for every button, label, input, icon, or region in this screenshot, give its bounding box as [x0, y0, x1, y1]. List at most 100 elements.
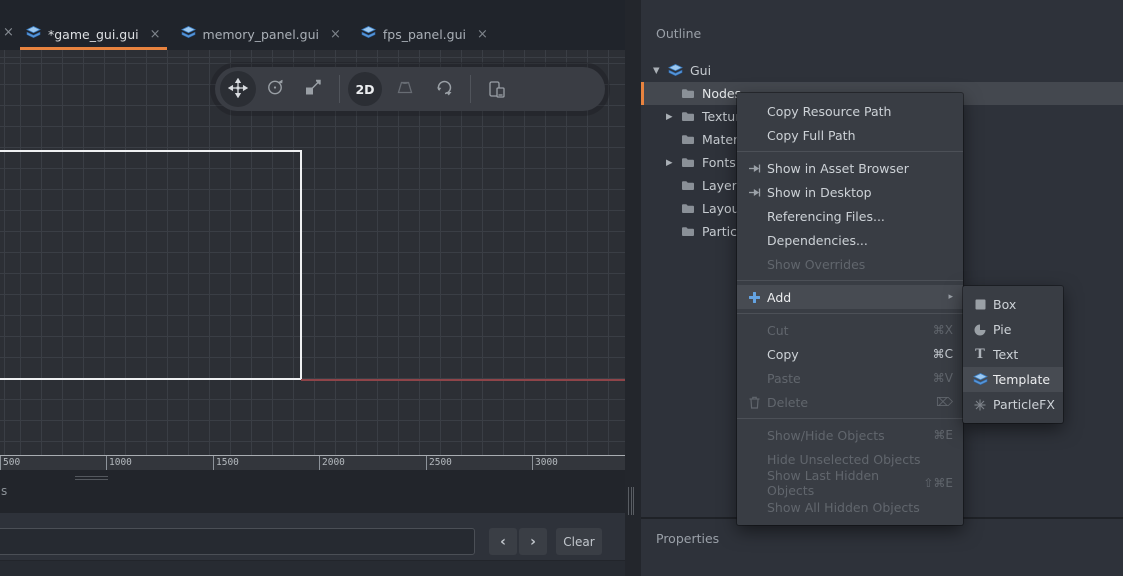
menu-shortcut: ⌘V	[933, 371, 953, 385]
menu-item-show-last-hidden-objects: Show Last Hidden Objects ⇧⌘E	[737, 471, 963, 495]
mode-2d-label: 2D	[355, 82, 374, 97]
move-tool-button[interactable]	[220, 71, 256, 107]
ruler-tick	[0, 456, 1, 471]
plus-icon	[746, 291, 762, 304]
ruler-tick	[106, 456, 107, 471]
menu-label: Add	[767, 290, 791, 305]
perspective-camera-button[interactable]	[395, 78, 415, 101]
menu-item-show-in-desktop[interactable]: Show in Desktop	[737, 180, 963, 204]
toolbar-divider	[339, 75, 340, 103]
scale-tool-button[interactable]	[303, 78, 323, 101]
menu-shortcut: ⌘E	[933, 428, 953, 442]
camera-rotate-button[interactable]	[435, 78, 456, 101]
vertical-splitter-grip[interactable]	[628, 487, 634, 515]
ruler-tick	[426, 456, 427, 471]
toolbar-divider	[470, 75, 471, 103]
clear-console-button[interactable]: Clear	[556, 528, 602, 555]
ruler-tick	[532, 456, 533, 471]
clipped-panel-label: s	[1, 484, 7, 498]
tab-memory-panel[interactable]: memory_panel.gui ×	[171, 18, 351, 50]
mode-2d-button[interactable]: 2D	[348, 72, 382, 106]
menu-label: Pie	[993, 322, 1011, 337]
editor-window: × *game_gui.gui × memory_panel.gui ×	[0, 0, 1123, 576]
submenu-item-particlefx[interactable]: ParticleFX	[963, 392, 1063, 417]
menu-label: Box	[993, 297, 1016, 312]
horizontal-ruler: 500 1000 1500 2000 2500 3000	[0, 455, 625, 470]
ruler-tick	[213, 456, 214, 471]
box-icon	[972, 299, 988, 310]
menu-label: Dependencies...	[767, 233, 868, 248]
gui-file-icon	[181, 26, 196, 43]
menu-item-cut: Cut ⌘X	[737, 318, 963, 342]
viewport-toolbar: 2D	[215, 67, 605, 111]
ruler-label: 3000	[535, 457, 558, 468]
chevron-collapsed-icon[interactable]: ▶	[666, 158, 673, 168]
folder-icon	[681, 111, 695, 122]
menu-divider	[737, 418, 963, 419]
close-icon[interactable]: ×	[3, 25, 14, 40]
scene-viewport[interactable]: 2D	[0, 50, 625, 455]
tab-game-gui[interactable]: *game_gui.gui ×	[16, 18, 171, 50]
outline-panel-title: Outline	[656, 26, 701, 41]
menu-label: Copy Resource Path	[767, 104, 891, 119]
chevron-collapsed-icon[interactable]: ▶	[666, 112, 673, 122]
tab-bar: × *game_gui.gui × memory_panel.gui ×	[0, 0, 625, 50]
tab-fps-panel[interactable]: fps_panel.gui ×	[351, 18, 498, 50]
trash-icon	[746, 396, 762, 409]
x-axis-line	[301, 379, 625, 381]
scale-tool-icon	[303, 78, 323, 101]
close-icon[interactable]: ×	[477, 27, 488, 42]
ruler-label: 500	[3, 457, 20, 468]
bottom-strip: s	[0, 470, 625, 513]
menu-item-delete: Delete ⌦	[737, 390, 963, 414]
gui-bounds-rect	[0, 150, 302, 380]
submenu-item-box[interactable]: Box	[963, 292, 1063, 317]
folder-icon	[681, 226, 695, 237]
menu-label: Show Overrides	[767, 257, 865, 272]
menu-item-copy-full-path[interactable]: Copy Full Path	[737, 123, 963, 147]
menu-item-dependencies[interactable]: Dependencies...	[737, 228, 963, 252]
menu-divider	[737, 280, 963, 281]
menu-item-add[interactable]: Add ▸	[737, 285, 963, 309]
ruler-tick	[319, 456, 320, 471]
tree-row-gui[interactable]: ▼ Gui	[641, 59, 1123, 82]
menu-item-copy[interactable]: Copy ⌘C	[737, 342, 963, 366]
find-next-button[interactable]: ›	[519, 528, 547, 555]
menu-shortcut: ⌘C	[933, 347, 953, 361]
open-external-icon	[746, 163, 762, 174]
submenu-item-template[interactable]: Template	[963, 367, 1063, 392]
menu-label: Delete	[767, 395, 808, 410]
menu-item-referencing-files[interactable]: Referencing Files...	[737, 204, 963, 228]
tree-label: Fonts	[702, 155, 736, 170]
menu-item-copy-resource-path[interactable]: Copy Resource Path	[737, 99, 963, 123]
menu-label: Template	[993, 372, 1050, 387]
properties-panel-title: Properties	[656, 531, 719, 546]
ruler-label: 1500	[216, 457, 239, 468]
tree-label: Nodes	[702, 86, 741, 101]
ruler-label: 2000	[322, 457, 345, 468]
device-profiles-icon[interactable]	[486, 79, 508, 99]
find-previous-button[interactable]: ‹	[489, 528, 517, 555]
folder-icon	[681, 203, 695, 214]
console-search-input[interactable]	[0, 528, 475, 555]
pie-icon	[972, 324, 988, 336]
chevron-expanded-icon[interactable]: ▼	[653, 66, 660, 76]
console-panel: ‹ › Clear	[0, 513, 625, 576]
rotate-tool-button[interactable]	[265, 78, 285, 101]
vertical-splitter[interactable]	[625, 0, 641, 576]
submenu-item-pie[interactable]: Pie	[963, 317, 1063, 342]
template-icon	[972, 373, 988, 387]
gui-file-icon	[26, 26, 41, 43]
camera-rotate-icon	[435, 78, 456, 101]
horizontal-splitter-grip[interactable]	[75, 476, 108, 482]
close-icon[interactable]: ×	[150, 27, 161, 42]
menu-label: Show Last Hidden Objects	[767, 468, 923, 498]
tab-label: *game_gui.gui	[48, 27, 139, 42]
console-log-area[interactable]	[0, 560, 625, 576]
ruler-label: 2500	[429, 457, 452, 468]
menu-shortcut: ⇧⌘E	[923, 476, 953, 490]
menu-item-show-in-asset-browser[interactable]: Show in Asset Browser	[737, 156, 963, 180]
close-icon[interactable]: ×	[330, 27, 341, 42]
submenu-item-text[interactable]: T Text	[963, 342, 1063, 367]
folder-icon	[681, 88, 695, 99]
